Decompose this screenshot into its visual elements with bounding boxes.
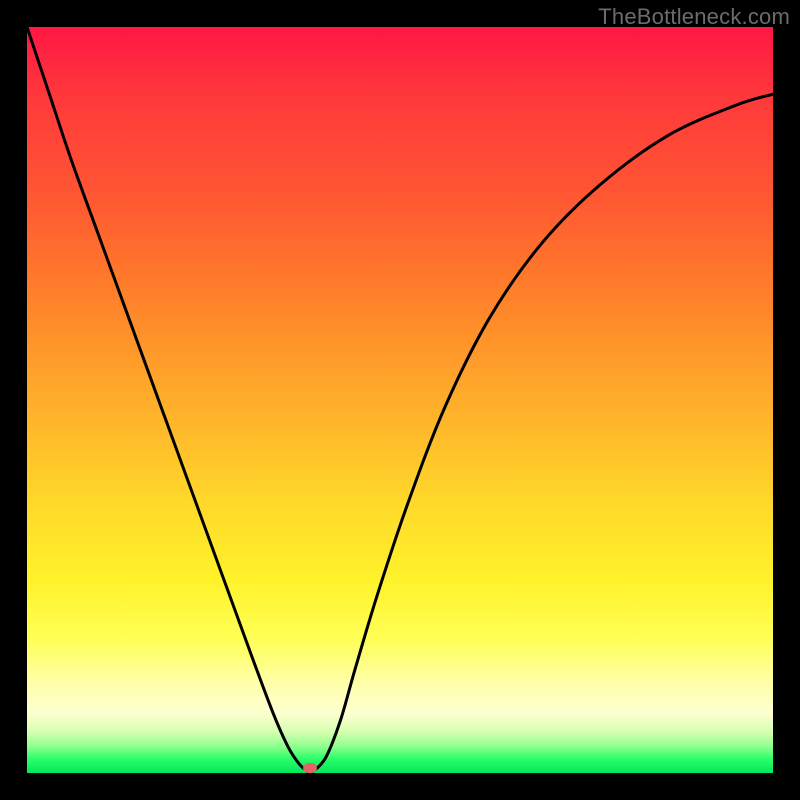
- minimum-marker: [303, 763, 317, 773]
- plot-area: [27, 27, 773, 773]
- curve-svg: [27, 27, 773, 773]
- bottleneck-curve: [27, 27, 773, 773]
- chart-frame: TheBottleneck.com: [0, 0, 800, 800]
